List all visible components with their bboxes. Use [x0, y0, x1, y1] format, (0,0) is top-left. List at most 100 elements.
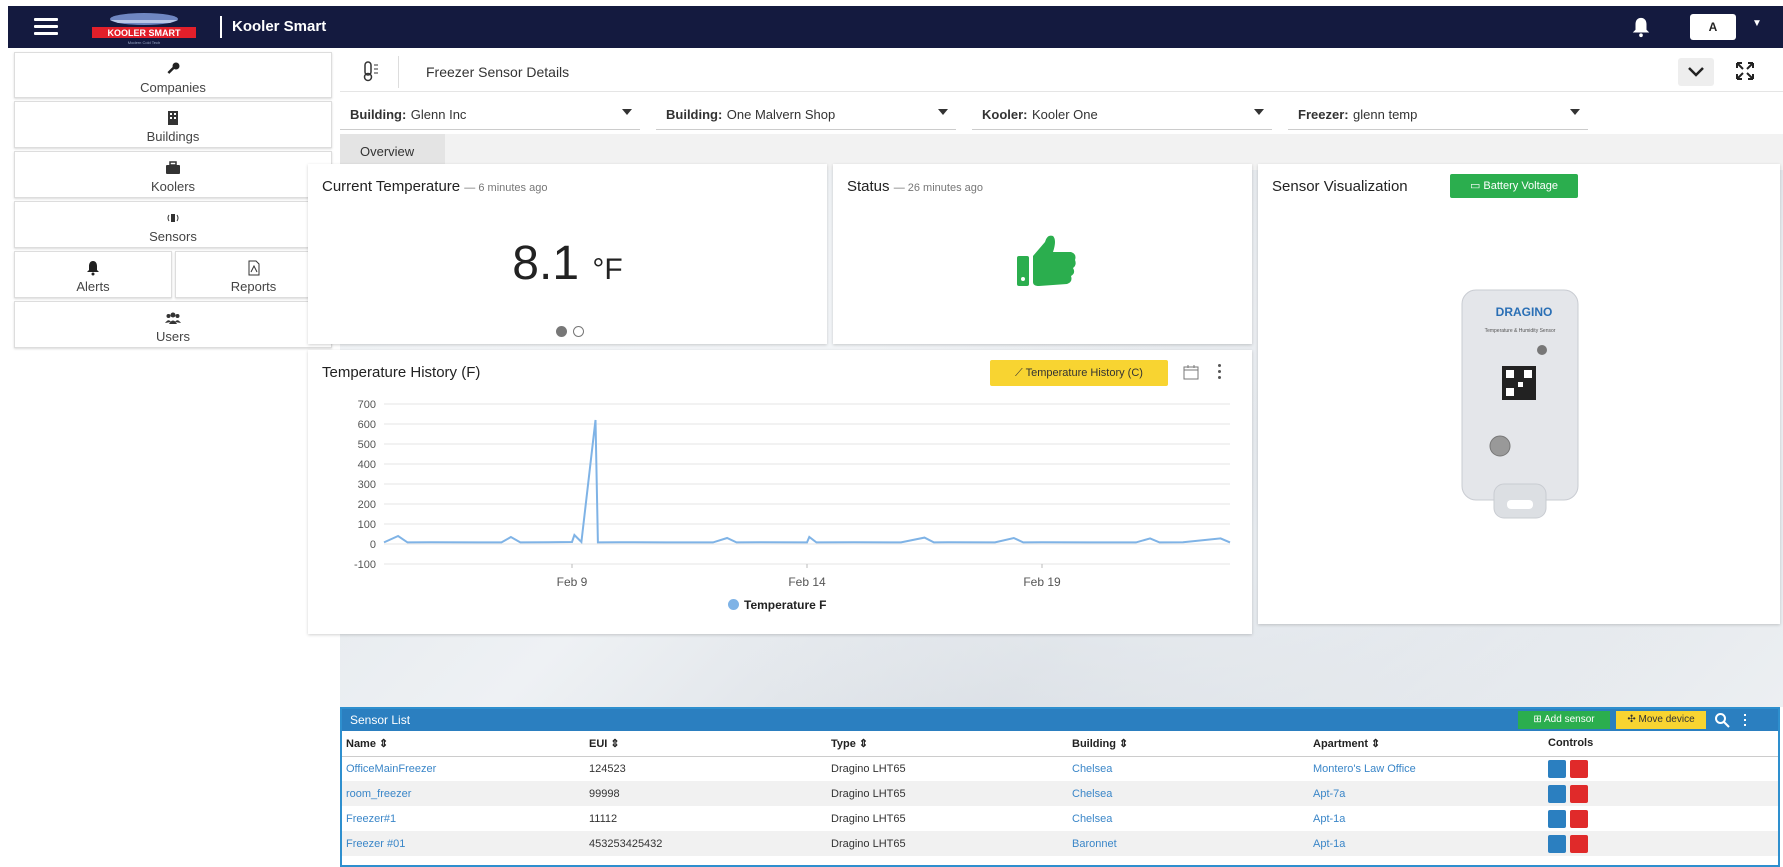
building-link[interactable]: Chelsea: [1068, 781, 1309, 806]
fullscreen-icon[interactable]: [1734, 60, 1756, 82]
plus-box-icon: ⊞: [1533, 714, 1542, 725]
freezer-select[interactable]: Freezer: glenn temp: [1288, 98, 1588, 130]
sensor-type: Dragino LHT65: [831, 812, 906, 825]
menu-icon[interactable]: [34, 18, 58, 36]
x-tick-label: Feb 14: [788, 575, 826, 589]
y-tick-label: 700: [358, 399, 376, 411]
sensor-visualization-card: Sensor Visualization ▭ Battery Voltage D…: [1258, 164, 1780, 624]
apartment-link[interactable]: Apt-1a: [1309, 831, 1544, 856]
building-link[interactable]: Baronnet: [1068, 831, 1309, 856]
more-options-icon[interactable]: [1744, 714, 1747, 728]
sensor-list-panel: Sensor List ⊞ Add sensor ✣ Move device N…: [340, 707, 1780, 867]
delete-icon[interactable]: [1570, 809, 1588, 828]
legend-temperature-f[interactable]: Temperature F: [728, 598, 826, 612]
filter-value: glenn temp: [1353, 107, 1418, 122]
sensor-name-link[interactable]: OfficeMainFreezer: [342, 756, 585, 781]
kooler-select[interactable]: Kooler: Kooler One: [972, 98, 1272, 130]
sensor-name-link[interactable]: room_freezer: [342, 781, 585, 806]
temperature-history-celsius-button[interactable]: ⟋ Temperature History (C): [990, 360, 1168, 386]
building-company-select[interactable]: Building: Glenn Inc: [340, 98, 640, 130]
apartment-link[interactable]: Montero's Law Office: [1309, 756, 1544, 781]
thermometer-icon: [363, 61, 378, 82]
temperature-history-celsius-label: Temperature History (C): [1025, 367, 1143, 379]
column-apartment[interactable]: Apartment ⇕: [1309, 731, 1544, 757]
caret-down-icon: [938, 109, 948, 115]
column-name[interactable]: Name ⇕: [342, 731, 585, 757]
calendar-icon[interactable]: [1183, 364, 1199, 380]
building-icon: [168, 111, 178, 125]
more-options-icon[interactable]: [1218, 364, 1222, 380]
top-bar: KOOLER SMART Modern Cold Tech Kooler Sma…: [8, 6, 1783, 48]
sidebar-item-koolers[interactable]: Koolers: [14, 151, 332, 198]
legend-label: Temperature F: [744, 598, 827, 612]
search-icon[interactable]: [1714, 712, 1730, 728]
caret-down-icon: [1254, 109, 1264, 115]
edit-icon[interactable]: [1548, 759, 1566, 778]
sensor-name-link[interactable]: Freezer #01: [342, 831, 585, 856]
chevron-down-icon: [1688, 67, 1704, 77]
sensor-type: Dragino LHT65: [827, 781, 1068, 806]
battery-icon: ▭: [1469, 180, 1481, 192]
sensor-eui: 11112: [589, 812, 618, 825]
dashboard-content: Current Temperature — 6 minutes ago 8.1 …: [308, 164, 1783, 707]
apartment-link[interactable]: Apt-7a: [1309, 781, 1544, 806]
table-row: Freezer#1 11112 Dragino LHT65 Chelsea Ap…: [342, 806, 1778, 831]
sensor-list-title: Sensor List: [350, 713, 411, 727]
sensor-table: Name ⇕ EUI ⇕ Type ⇕ Building ⇕ Apartment…: [342, 731, 1778, 856]
delete-icon[interactable]: [1570, 834, 1588, 853]
sensor-visualization-title: Sensor Visualization: [1272, 178, 1408, 195]
carousel-dot[interactable]: [573, 326, 584, 337]
pdf-file-icon: [248, 260, 259, 276]
sensor-name-link[interactable]: Freezer#1: [342, 806, 585, 831]
sensor-eui: 99998: [585, 781, 827, 806]
sidebar-item-label: Alerts: [76, 279, 110, 294]
column-controls: Controls: [1544, 731, 1778, 757]
table-row: Freezer #01 453253425432 Dragino LHT65 B…: [342, 831, 1778, 856]
filter-label: Kooler:: [982, 107, 1028, 122]
thumbs-up-icon: [1017, 235, 1076, 286]
apartment-link[interactable]: Apt-1a: [1309, 806, 1544, 831]
svg-text:Temperature & Humidity Sensor: Temperature & Humidity Sensor: [1485, 328, 1556, 334]
move-device-button[interactable]: ✣ Move device: [1616, 711, 1706, 729]
row-controls: [1544, 806, 1778, 831]
user-avatar-button[interactable]: A: [1690, 14, 1736, 40]
building-select[interactable]: Building: One Malvern Shop: [656, 98, 956, 130]
sidebar-item-alerts[interactable]: Alerts: [14, 251, 172, 298]
edit-icon[interactable]: [1548, 809, 1566, 828]
delete-icon[interactable]: [1570, 784, 1588, 803]
app-title: Kooler Smart: [232, 18, 327, 35]
collapse-button[interactable]: [1678, 58, 1714, 86]
sidebar-item-users[interactable]: Users: [14, 301, 332, 348]
add-sensor-button[interactable]: ⊞ Add sensor: [1518, 711, 1610, 729]
temperature-value: 8.1: [512, 237, 580, 290]
column-building[interactable]: Building ⇕: [1068, 731, 1309, 757]
y-tick-label: 600: [358, 419, 376, 431]
y-tick-label: 400: [358, 459, 376, 471]
filter-value: One Malvern Shop: [726, 107, 836, 122]
carousel-dot[interactable]: [556, 326, 567, 337]
edit-icon[interactable]: [1548, 784, 1566, 803]
panel-title: Freezer Sensor Details: [426, 64, 570, 80]
edit-icon[interactable]: [1548, 834, 1566, 853]
x-tick-label: Feb 19: [1023, 575, 1061, 589]
y-tick-label: 500: [358, 439, 376, 451]
line-chart-icon: ⟋: [1015, 367, 1023, 379]
y-tick-label: 200: [358, 499, 376, 511]
chevron-down-icon[interactable]: ▼: [1752, 18, 1762, 29]
sidebar-item-companies[interactable]: Companies: [14, 52, 332, 98]
key-icon: [167, 62, 180, 74]
status-card: Status — 26 minutes ago: [833, 164, 1252, 344]
notifications-bell-icon[interactable]: [1630, 16, 1652, 38]
caret-down-icon: [622, 109, 632, 115]
column-eui[interactable]: EUI ⇕: [585, 731, 827, 757]
column-type[interactable]: Type ⇕: [827, 731, 1068, 757]
temperature-history-card: Temperature History (F) ⟋ Temperature Hi…: [308, 350, 1252, 634]
building-link[interactable]: Chelsea: [1068, 806, 1309, 831]
sidebar-item-label: Users: [156, 329, 190, 344]
sensor-type: Dragino LHT65: [831, 762, 906, 775]
building-link[interactable]: Chelsea: [1068, 756, 1309, 781]
battery-voltage-button[interactable]: ▭ Battery Voltage: [1450, 174, 1578, 198]
delete-icon[interactable]: [1570, 759, 1588, 778]
sidebar-item-buildings[interactable]: Buildings: [14, 101, 332, 148]
sidebar-item-sensors[interactable]: Sensors: [14, 201, 332, 248]
